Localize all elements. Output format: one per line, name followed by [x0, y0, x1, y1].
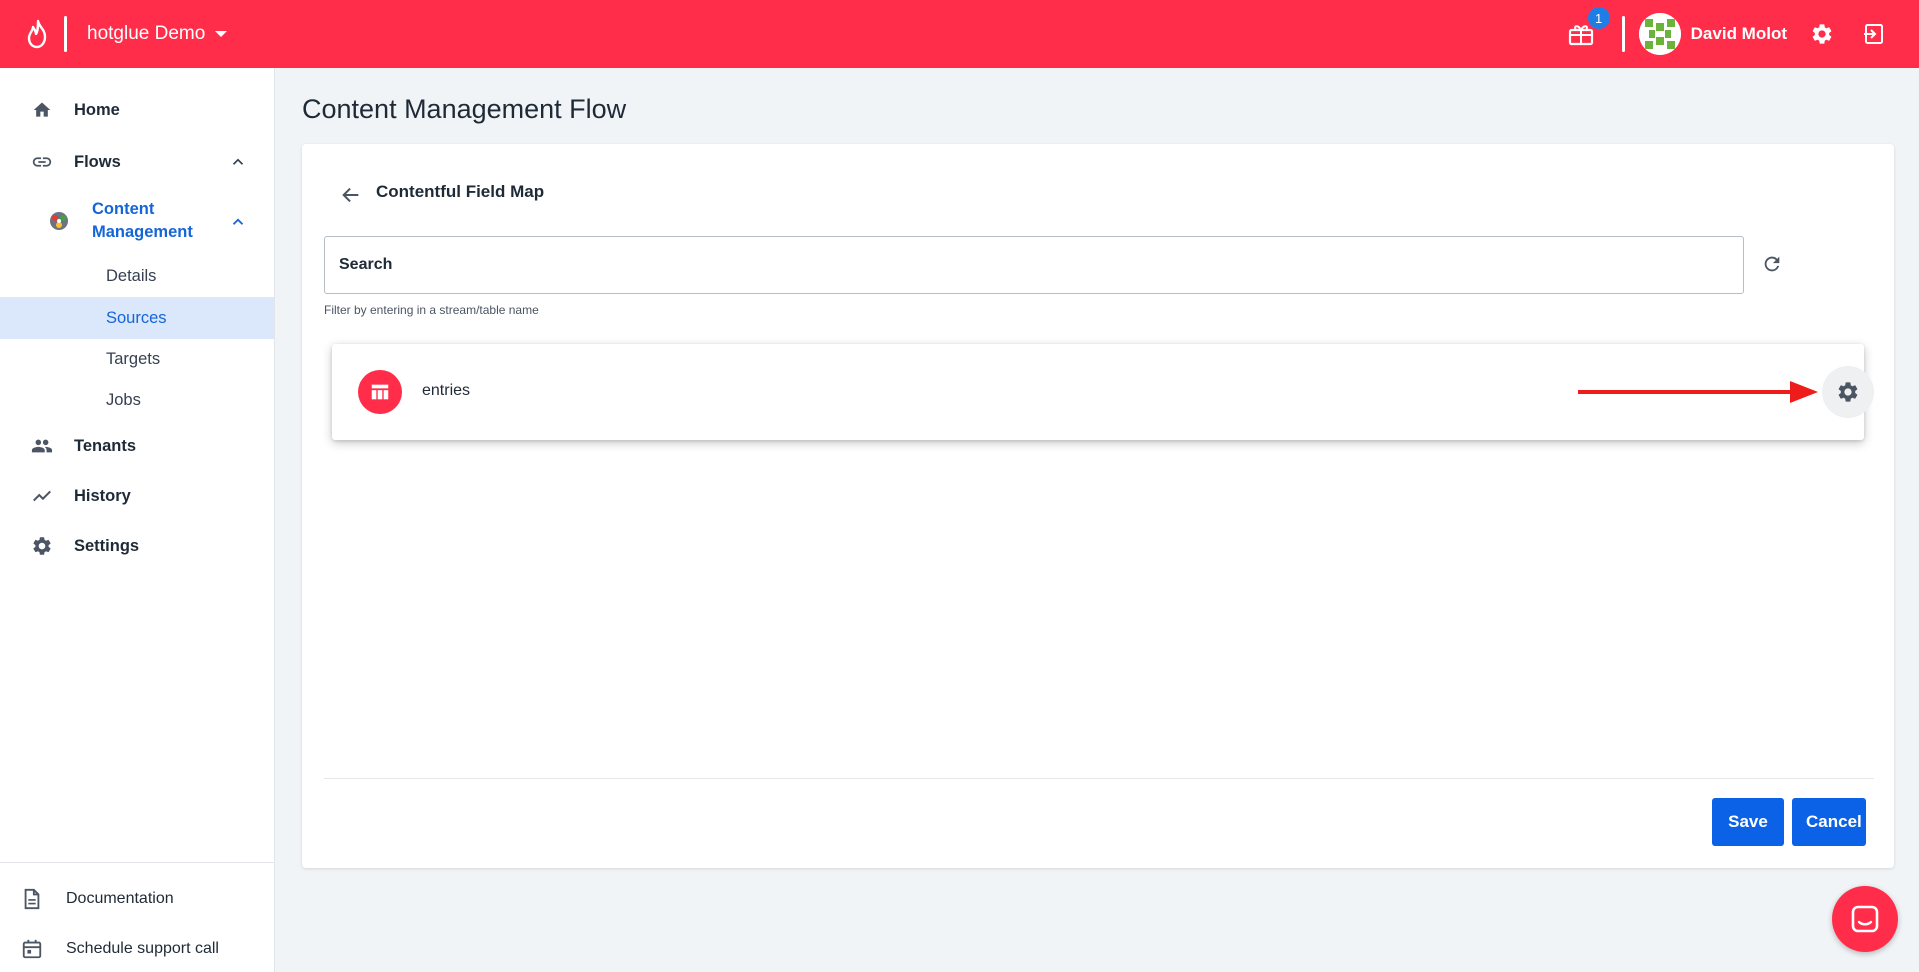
card-divider — [324, 778, 1874, 779]
sidebar-subitem-sources[interactable]: Sources — [0, 297, 274, 339]
header-divider — [1621, 16, 1625, 52]
logout-button[interactable] — [1859, 19, 1889, 49]
save-button[interactable]: Save — [1712, 798, 1784, 846]
sidebar-item-label: Home — [74, 100, 120, 119]
calendar-icon — [20, 937, 44, 961]
people-icon — [30, 434, 54, 458]
chat-launcher-button[interactable] — [1832, 886, 1898, 952]
stream-row[interactable]: entries — [332, 344, 1874, 440]
sidebar-item-home[interactable]: Home — [0, 88, 274, 132]
chevron-up-icon[interactable] — [226, 150, 250, 174]
sidebar-item-label: Flows — [74, 152, 121, 171]
workspace-name: hotglue Demo — [87, 23, 206, 44]
sidebar-flow-label: Content Management — [92, 200, 193, 241]
sidebar-item-history[interactable]: History — [0, 474, 274, 518]
sidebar-bottom: Documentation Schedule support call — [0, 862, 274, 972]
avatar[interactable] — [1638, 13, 1681, 55]
schedule-support-call-link[interactable]: Schedule support call — [0, 929, 274, 969]
logout-icon — [1864, 24, 1883, 44]
sidebar-item-label: History — [74, 486, 131, 505]
search-helper-text: Filter by entering in a stream/table nam… — [324, 303, 539, 317]
header-divider — [64, 16, 67, 52]
search-input[interactable] — [324, 236, 1744, 294]
refresh-button[interactable] — [1758, 250, 1786, 278]
caret-down-icon — [215, 31, 228, 37]
gear-icon — [30, 534, 54, 558]
sidebar-item-flows[interactable]: Flows — [0, 140, 274, 184]
chevron-up-icon[interactable] — [226, 210, 250, 234]
sidebar-item-settings[interactable]: Settings — [0, 524, 274, 568]
workspace-selector[interactable]: hotglue Demo — [87, 23, 228, 45]
link-icon — [30, 150, 54, 174]
page-title: Content Management Flow — [302, 94, 627, 124]
sidebar-subitem-targets[interactable]: Targets — [0, 338, 274, 380]
top-bar: hotglue Demo 1 David Molot — [0, 0, 1919, 68]
chat-icon — [1851, 905, 1879, 933]
settings-button[interactable] — [1807, 19, 1837, 49]
notification-badge: 1 — [1587, 7, 1610, 29]
gift-icon — [1568, 25, 1593, 46]
sidebar-subitem-label: Details — [106, 266, 157, 285]
table-icon — [358, 370, 402, 414]
gear-icon — [1838, 382, 1858, 402]
documentation-link[interactable]: Documentation — [0, 879, 274, 919]
back-button[interactable] — [336, 180, 366, 210]
trending-icon — [30, 484, 54, 508]
flame-logo-icon[interactable] — [20, 16, 56, 52]
home-icon — [30, 98, 54, 122]
card-title: Contentful Field Map — [376, 182, 545, 201]
stream-name: entries — [422, 382, 471, 399]
annotation-arrow — [1578, 381, 1818, 403]
user-name[interactable]: David Molot — [1691, 24, 1787, 44]
sidebar-subitem-jobs[interactable]: Jobs — [0, 379, 274, 421]
sidebar-subitem-label: Targets — [106, 349, 161, 368]
refresh-icon — [1764, 256, 1780, 272]
field-map-card: Contentful Field Map Filter by entering … — [302, 144, 1894, 868]
flow-logo-icon — [46, 208, 72, 234]
stream-settings-button[interactable] — [1822, 366, 1874, 418]
cancel-button[interactable]: Cancel — [1792, 798, 1866, 846]
sidebar-item-tenants[interactable]: Tenants — [0, 424, 274, 468]
sidebar-item-label: Tenants — [74, 436, 137, 455]
gift-button[interactable]: 1 — [1566, 7, 1610, 49]
document-icon — [20, 887, 44, 911]
gear-icon — [1812, 24, 1832, 44]
sidebar-item-label: Settings — [74, 536, 140, 555]
arrow-left-icon — [342, 187, 359, 203]
sidebar: Home Flows Content Management Details So… — [0, 68, 275, 972]
sidebar-subitem-details[interactable]: Details — [0, 255, 274, 297]
sidebar-subitem-label: Jobs — [106, 390, 141, 409]
schedule-support-call-label: Schedule support call — [66, 940, 219, 957]
documentation-label: Documentation — [66, 890, 174, 907]
sidebar-subitem-label: Sources — [106, 308, 167, 327]
sidebar-item-content-management[interactable]: Content Management — [0, 192, 274, 248]
